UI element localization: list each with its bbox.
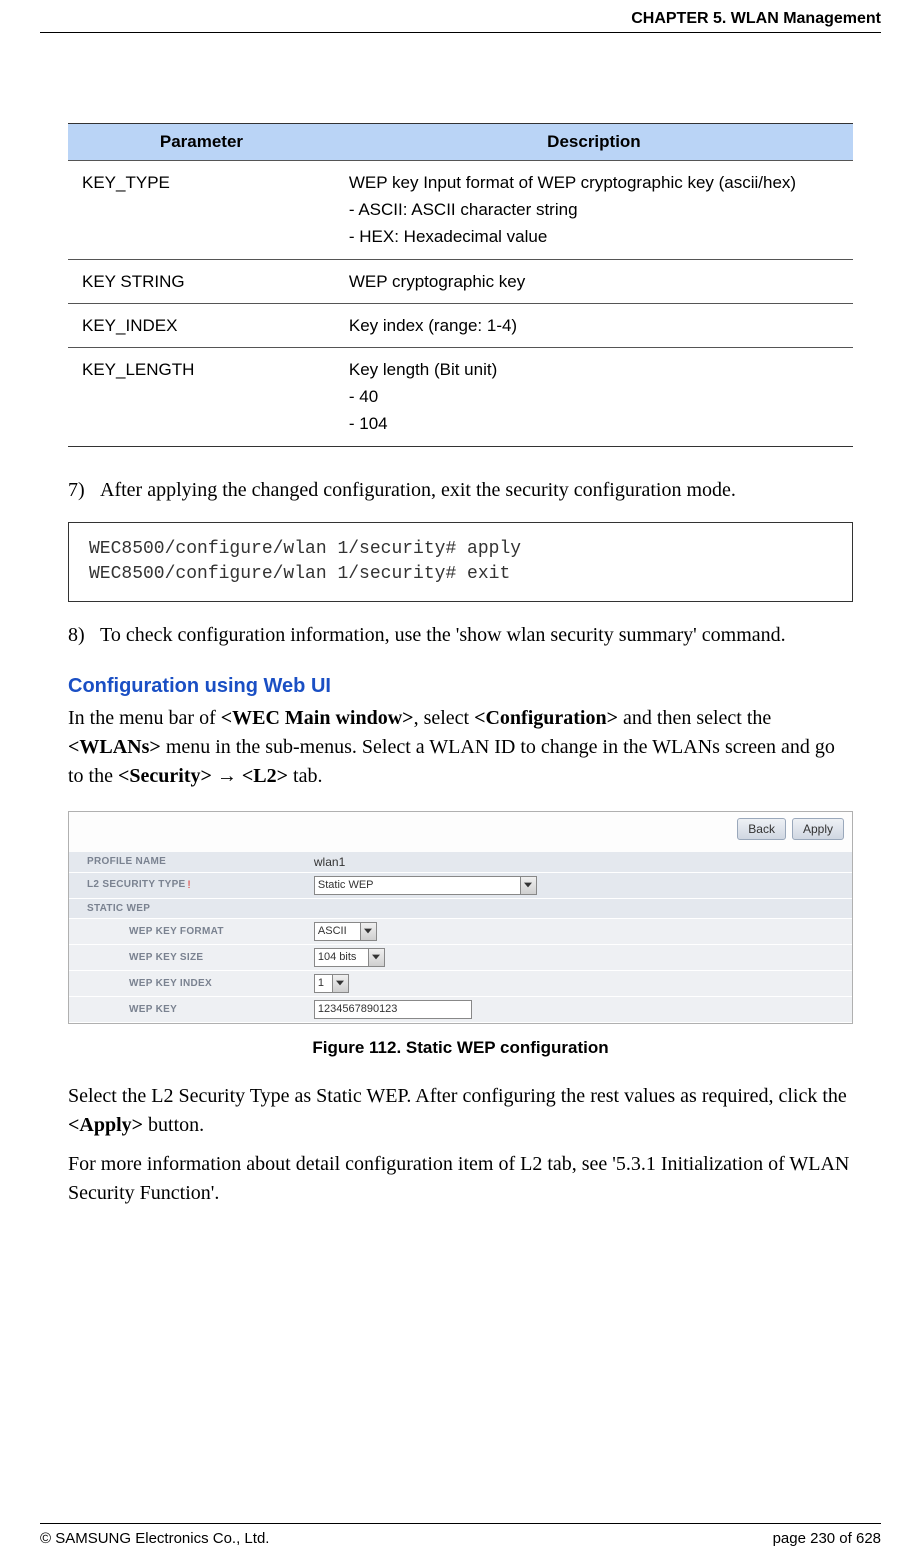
intro-paragraph: In the menu bar of <WEC Main window>, se… — [68, 704, 853, 791]
value-profile-name: wlan1 — [304, 852, 852, 873]
form-row-wep-key: WEP KEY 1234567890123 — [69, 996, 852, 1022]
step-text: After applying the changed configuration… — [100, 479, 853, 502]
step-number: 7) — [68, 479, 100, 502]
label-wep-size: WEP KEY SIZE — [69, 944, 304, 970]
wep-size-select[interactable]: 104 bits — [314, 948, 385, 967]
form-row-group: STATIC WEP — [69, 898, 852, 918]
wep-format-select[interactable]: ASCII — [314, 922, 377, 941]
param-cell: KEY STRING — [68, 259, 335, 303]
step-7: 7) After applying the changed configurat… — [68, 479, 853, 502]
form-row-l2type: L2 SECURITY TYPE! Static WEP — [69, 872, 852, 898]
label-l2-type: L2 SECURITY TYPE! — [69, 872, 304, 898]
param-cell: KEY_TYPE — [68, 161, 335, 260]
step-number: 8) — [68, 624, 100, 647]
apply-button[interactable]: Apply — [792, 818, 844, 840]
param-cell: KEY_LENGTH — [68, 347, 335, 446]
step-text: To check configuration information, use … — [100, 624, 853, 647]
code-block: WEC8500/configure/wlan 1/security# apply… — [68, 522, 853, 602]
desc-cell: Key index (range: 1-4) — [335, 303, 853, 347]
label-wep-index: WEP KEY INDEX — [69, 970, 304, 996]
label-profile-name: PROFILE NAME — [69, 852, 304, 873]
parameter-table: Parameter Description KEY_TYPE WEP key I… — [68, 123, 853, 447]
table-row: KEY STRING WEP cryptographic key — [68, 259, 853, 303]
desc-cell: WEP cryptographic key — [335, 259, 853, 303]
l2-type-select[interactable]: Static WEP — [314, 876, 537, 895]
chapter-title: CHAPTER 5. WLAN Management — [631, 10, 881, 27]
form-row-profile: PROFILE NAME wlan1 — [69, 852, 852, 873]
table-header-description: Description — [335, 124, 853, 161]
table-row: KEY_TYPE WEP key Input format of WEP cry… — [68, 161, 853, 260]
label-static-wep: STATIC WEP — [69, 898, 304, 918]
section-heading: Configuration using Web UI — [68, 675, 853, 698]
form-table: PROFILE NAME wlan1 L2 SECURITY TYPE! Sta… — [69, 852, 852, 1023]
chevron-down-icon — [520, 877, 536, 894]
figure-caption: Figure 112. Static WEP configuration — [68, 1038, 853, 1058]
param-cell: KEY_INDEX — [68, 303, 335, 347]
figure-screenshot: Back Apply PROFILE NAME wlan1 L2 SECURIT… — [68, 811, 853, 1024]
page-header: CHAPTER 5. WLAN Management — [0, 0, 921, 28]
chevron-down-icon — [360, 923, 376, 940]
table-row: KEY_LENGTH Key length (Bit unit) - 40 - … — [68, 347, 853, 446]
table-header-parameter: Parameter — [68, 124, 335, 161]
form-row-wep-size: WEP KEY SIZE 104 bits — [69, 944, 852, 970]
back-button[interactable]: Back — [737, 818, 786, 840]
chevron-down-icon — [368, 949, 384, 966]
required-icon: ! — [188, 879, 191, 891]
label-wep-format: WEP KEY FORMAT — [69, 918, 304, 944]
form-row-wep-index: WEP KEY INDEX 1 — [69, 970, 852, 996]
label-wep-key: WEP KEY — [69, 996, 304, 1022]
wep-key-input[interactable]: 1234567890123 — [314, 1000, 472, 1019]
table-row: KEY_INDEX Key index (range: 1-4) — [68, 303, 853, 347]
page-footer: © SAMSUNG Electronics Co., Ltd. page 230… — [0, 1524, 921, 1547]
chevron-down-icon — [332, 975, 348, 992]
wep-index-select[interactable]: 1 — [314, 974, 349, 993]
trailing-paragraph-1: Select the L2 Security Type as Static WE… — [68, 1082, 853, 1140]
trailing-paragraph-2: For more information about detail config… — [68, 1150, 853, 1208]
desc-cell: WEP key Input format of WEP cryptographi… — [335, 161, 853, 260]
step-8: 8) To check configuration information, u… — [68, 624, 853, 647]
desc-cell: Key length (Bit unit) - 40 - 104 — [335, 347, 853, 446]
footer-page-number: page 230 of 628 — [773, 1530, 881, 1547]
footer-copyright: © SAMSUNG Electronics Co., Ltd. — [40, 1530, 269, 1547]
form-row-wep-format: WEP KEY FORMAT ASCII — [69, 918, 852, 944]
